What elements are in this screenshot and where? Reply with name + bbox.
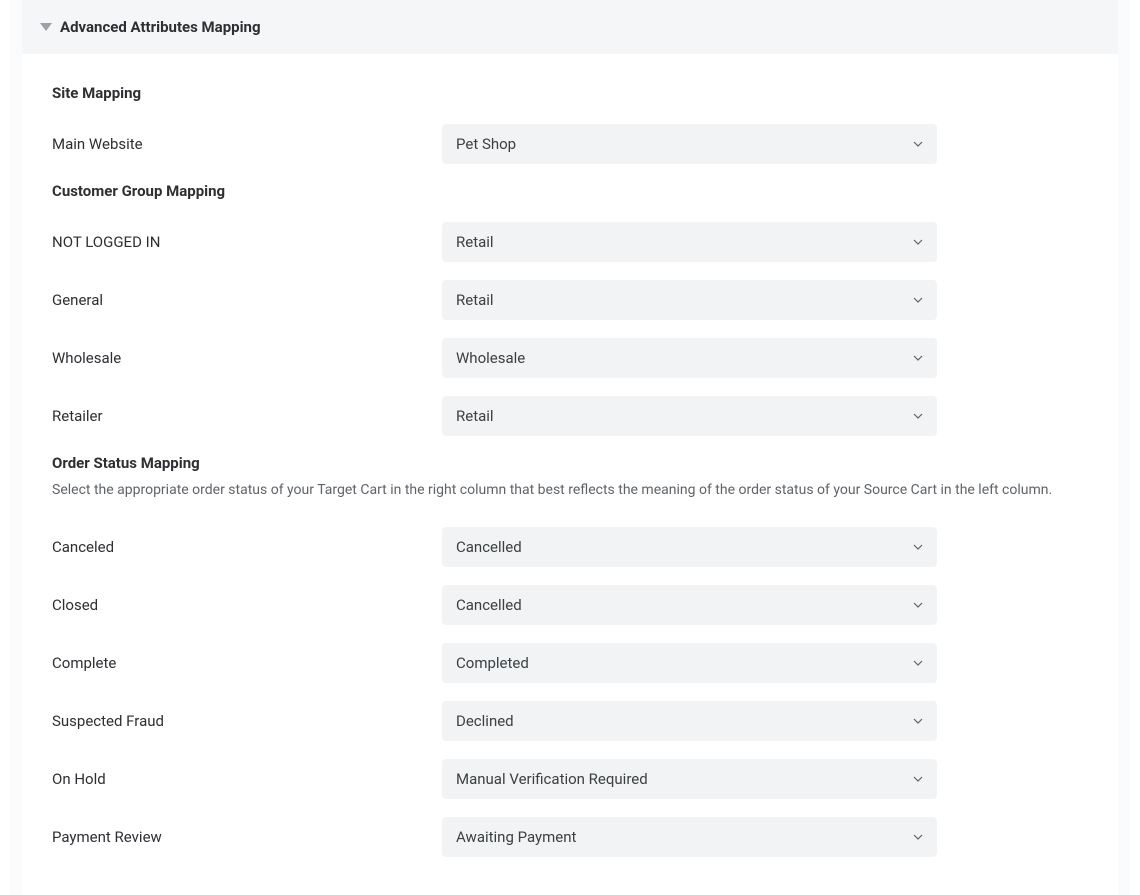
closed-select-wrap: Cancelled	[442, 585, 937, 625]
complete-select-value: Completed	[456, 654, 529, 672]
payment-review-select-wrap: Awaiting Payment	[442, 817, 937, 857]
advanced-attributes-mapping-panel: Advanced Attributes Mapping Site Mapping…	[22, 0, 1118, 895]
retailer-select-display: Retail	[442, 396, 937, 436]
not-logged-in-select[interactable]: Retail	[442, 222, 937, 262]
wholesale-label: Wholesale	[52, 349, 442, 367]
general-select[interactable]: Retail	[442, 280, 937, 320]
general-label: General	[52, 291, 442, 309]
chevron-down-icon	[913, 239, 923, 245]
chevron-down-icon	[913, 355, 923, 361]
on-hold-label: On Hold	[52, 770, 442, 788]
general-select-value: Retail	[456, 291, 494, 309]
suspected-fraud-select[interactable]: Declined	[442, 701, 937, 741]
order-status-row: Payment Review Awaiting Payment	[52, 817, 1088, 857]
chevron-down-icon	[913, 602, 923, 608]
canceled-select-wrap: Cancelled	[442, 527, 937, 567]
main-website-select-display: Pet Shop	[442, 124, 937, 164]
retailer-select-value: Retail	[456, 407, 494, 425]
not-logged-in-select-value: Retail	[456, 233, 494, 251]
chevron-down-icon	[913, 297, 923, 303]
chevron-down-icon	[913, 544, 923, 550]
panel-header[interactable]: Advanced Attributes Mapping	[22, 0, 1118, 54]
suspected-fraud-label: Suspected Fraud	[52, 712, 442, 730]
chevron-down-icon	[913, 660, 923, 666]
general-select-wrap: Retail	[442, 280, 937, 320]
retailer-select[interactable]: Retail	[442, 396, 937, 436]
retailer-label: Retailer	[52, 407, 442, 425]
chevron-down-icon	[913, 834, 923, 840]
not-logged-in-label: NOT LOGGED IN	[52, 233, 442, 251]
payment-review-label: Payment Review	[52, 828, 442, 846]
wholesale-select[interactable]: Wholesale	[442, 338, 937, 378]
payment-review-select-value: Awaiting Payment	[456, 828, 576, 846]
order-status-row: Canceled Cancelled	[52, 527, 1088, 567]
main-website-label: Main Website	[52, 135, 442, 153]
page-outer: Advanced Attributes Mapping Site Mapping…	[10, 0, 1130, 895]
not-logged-in-select-display: Retail	[442, 222, 937, 262]
order-status-row: On Hold Manual Verification Required	[52, 759, 1088, 799]
general-select-display: Retail	[442, 280, 937, 320]
panel-title: Advanced Attributes Mapping	[60, 18, 261, 36]
collapse-caret-icon	[40, 23, 52, 31]
wholesale-select-wrap: Wholesale	[442, 338, 937, 378]
closed-select[interactable]: Cancelled	[442, 585, 937, 625]
site-mapping-heading: Site Mapping	[52, 84, 1088, 102]
order-status-row: Suspected Fraud Declined	[52, 701, 1088, 741]
customer-group-row: Retailer Retail	[52, 396, 1088, 436]
canceled-select[interactable]: Cancelled	[442, 527, 937, 567]
suspected-fraud-select-display: Declined	[442, 701, 937, 741]
payment-review-select-display: Awaiting Payment	[442, 817, 937, 857]
chevron-down-icon	[913, 776, 923, 782]
main-website-select[interactable]: Pet Shop	[442, 124, 937, 164]
complete-select[interactable]: Completed	[442, 643, 937, 683]
site-mapping-row: Main Website Pet Shop	[52, 124, 1088, 164]
order-status-mapping-desc: Select the appropriate order status of y…	[52, 480, 1088, 501]
chevron-down-icon	[913, 141, 923, 147]
on-hold-select-wrap: Manual Verification Required	[442, 759, 937, 799]
on-hold-select-value: Manual Verification Required	[456, 770, 648, 788]
order-status-row: Closed Cancelled	[52, 585, 1088, 625]
main-website-select-wrap: Pet Shop	[442, 124, 937, 164]
complete-label: Complete	[52, 654, 442, 672]
canceled-label: Canceled	[52, 538, 442, 556]
chevron-down-icon	[913, 718, 923, 724]
closed-select-display: Cancelled	[442, 585, 937, 625]
order-status-row: Complete Completed	[52, 643, 1088, 683]
canceled-select-display: Cancelled	[442, 527, 937, 567]
not-logged-in-select-wrap: Retail	[442, 222, 937, 262]
closed-label: Closed	[52, 596, 442, 614]
customer-group-row: Wholesale Wholesale	[52, 338, 1088, 378]
payment-review-select[interactable]: Awaiting Payment	[442, 817, 937, 857]
customer-group-mapping-heading: Customer Group Mapping	[52, 182, 1088, 200]
on-hold-select[interactable]: Manual Verification Required	[442, 759, 937, 799]
wholesale-select-display: Wholesale	[442, 338, 937, 378]
customer-group-row: General Retail	[52, 280, 1088, 320]
closed-select-value: Cancelled	[456, 596, 522, 614]
canceled-select-value: Cancelled	[456, 538, 522, 556]
wholesale-select-value: Wholesale	[456, 349, 525, 367]
chevron-down-icon	[913, 413, 923, 419]
complete-select-display: Completed	[442, 643, 937, 683]
on-hold-select-display: Manual Verification Required	[442, 759, 937, 799]
panel-body: Site Mapping Main Website Pet Shop C	[22, 74, 1118, 895]
retailer-select-wrap: Retail	[442, 396, 937, 436]
suspected-fraud-select-value: Declined	[456, 712, 514, 730]
suspected-fraud-select-wrap: Declined	[442, 701, 937, 741]
complete-select-wrap: Completed	[442, 643, 937, 683]
order-status-mapping-heading: Order Status Mapping	[52, 454, 1088, 472]
customer-group-row: NOT LOGGED IN Retail	[52, 222, 1088, 262]
main-website-select-value: Pet Shop	[456, 135, 516, 153]
